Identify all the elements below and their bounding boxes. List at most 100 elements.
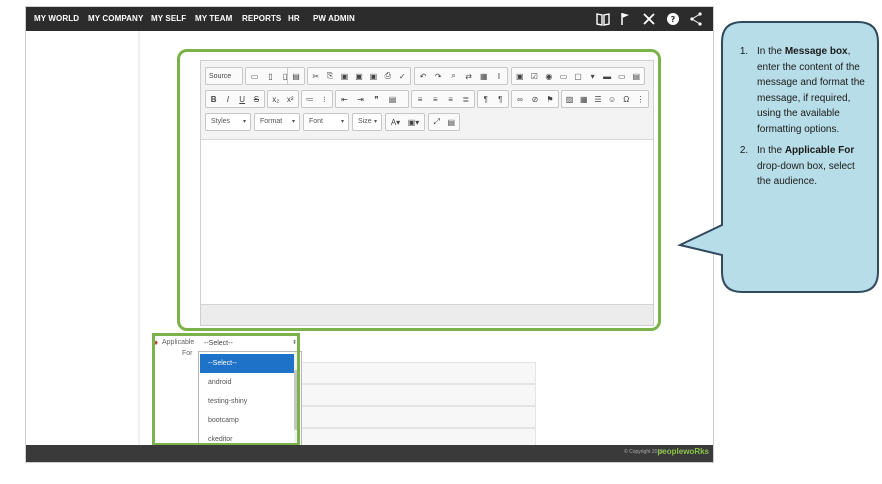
table-row <box>298 406 536 428</box>
radio-icon[interactable]: ◉ <box>542 69 556 83</box>
toolbar-group-tools: ⤢ ▤ <box>428 113 460 131</box>
align-justify-icon[interactable]: ≣ <box>459 92 473 106</box>
templates-icon[interactable]: ▤ <box>289 69 303 83</box>
form-icon[interactable]: ▣ <box>513 69 527 83</box>
anchor-icon[interactable]: ⚑ <box>543 92 557 106</box>
paste-word-icon[interactable]: ▣ <box>367 69 380 83</box>
replace-icon[interactable]: ⇄ <box>462 69 476 83</box>
bold-icon[interactable]: B <box>207 92 220 106</box>
styles-combo[interactable]: Styles ▾ <box>205 113 251 131</box>
toolbar-group-forms: ▣ ☑ ◉ ▭ ▢ ▾ ▬ ▭ ▤ <box>511 67 645 85</box>
textfield-icon[interactable]: ▭ <box>557 69 571 83</box>
select-field-icon[interactable]: ▾ <box>586 69 600 83</box>
spellcheck-icon[interactable]: ✓ <box>396 69 409 83</box>
maximize-icon[interactable]: ⤢ <box>430 115 444 129</box>
share-icon[interactable] <box>688 10 704 28</box>
nav-my-team[interactable]: MY TEAM <box>195 7 232 31</box>
instruction-list: In the Message box, enter the content of… <box>727 44 867 190</box>
background-color-icon[interactable]: ▣▾ <box>405 115 422 129</box>
chevron-down-icon: ▾ <box>373 119 377 125</box>
find-icon[interactable]: ⌕ <box>446 69 460 83</box>
textarea-icon[interactable]: ▢ <box>571 69 585 83</box>
indent-icon[interactable]: ⇥ <box>353 92 368 106</box>
toolbar-group-direction: ¶ ¶ <box>477 90 509 108</box>
nav-my-self[interactable]: MY SELF <box>151 7 186 31</box>
applicable-for-highlight <box>152 333 300 446</box>
text-color-icon[interactable]: A▾ <box>387 115 404 129</box>
print-icon[interactable]: ⎙ <box>381 69 394 83</box>
button-icon[interactable]: ▬ <box>600 69 614 83</box>
source-button[interactable]: Source <box>207 69 233 83</box>
nav-my-world[interactable]: MY WORLD <box>34 7 79 31</box>
blockquote-icon[interactable]: ❞ <box>369 92 384 106</box>
nav-hr[interactable]: HR <box>288 7 300 31</box>
table-icon[interactable]: ▦ <box>577 92 590 106</box>
flag-icon[interactable] <box>618 10 634 28</box>
rtl-icon[interactable]: ¶ <box>494 92 508 106</box>
italic-icon[interactable]: I <box>221 92 234 106</box>
instruction-step-1: In the Message box, enter the content of… <box>751 44 867 137</box>
align-left-icon[interactable]: ≡ <box>413 92 427 106</box>
size-combo[interactable]: Size ▾ <box>352 113 382 131</box>
new-page-icon[interactable]: ▯ <box>263 69 278 83</box>
table-row <box>298 384 536 406</box>
chevron-down-icon: ▾ <box>291 119 295 125</box>
save-icon[interactable]: ▭ <box>247 69 262 83</box>
strike-icon[interactable]: S <box>250 92 263 106</box>
checkbox-icon[interactable]: ☑ <box>528 69 542 83</box>
link-icon[interactable]: ∞ <box>513 92 527 106</box>
instruction-step-2: In the Applicable For drop-down box, sel… <box>751 143 867 190</box>
horizontal-rule-icon[interactable]: ☰ <box>591 92 604 106</box>
message-box-highlight: Source ▭ ▯ ◫ ▤ ✂ ⎘ ▣ ▣ ▣ ⎙ ✓ <box>177 49 661 331</box>
format-combo[interactable]: Format ▾ <box>254 113 300 131</box>
editor-status-bar <box>201 304 653 325</box>
callout-instructions: In the Message box, enter the content of… <box>727 44 867 196</box>
hidden-field-icon[interactable]: ▤ <box>630 69 644 83</box>
toolbar-group-templates: ▤ <box>287 67 305 85</box>
table-row <box>298 362 536 384</box>
paste-icon[interactable]: ▣ <box>338 69 351 83</box>
align-right-icon[interactable]: ≡ <box>444 92 458 106</box>
format-combo-label: Format <box>260 118 283 125</box>
help-icon[interactable]: ? <box>665 10 681 28</box>
outdent-icon[interactable]: ⇤ <box>337 92 352 106</box>
special-char-icon[interactable]: Ω <box>620 92 633 106</box>
font-combo[interactable]: Font ▾ <box>303 113 349 131</box>
align-center-icon[interactable]: ≡ <box>428 92 442 106</box>
copy-icon[interactable]: ⎘ <box>323 69 336 83</box>
font-combo-label: Font <box>309 118 324 125</box>
styles-combo-label: Styles <box>211 118 231 125</box>
image-button-icon[interactable]: ▭ <box>615 69 629 83</box>
underline-icon[interactable]: U <box>236 92 249 106</box>
message-text-area[interactable] <box>201 140 653 305</box>
top-navigation: MY WORLD MY COMPANY MY SELF MY TEAM REPO… <box>26 7 713 31</box>
select-all-icon[interactable]: ▦ <box>477 69 491 83</box>
redo-icon[interactable]: ↷ <box>431 69 445 83</box>
nav-my-company[interactable]: MY COMPANY <box>88 7 143 31</box>
editor-toolbar: Source ▭ ▯ ◫ ▤ ✂ ⎘ ▣ ▣ ▣ ⎙ ✓ <box>201 61 653 140</box>
book-icon[interactable] <box>595 10 611 28</box>
toolbar-group-script: x₂ x² <box>267 90 299 108</box>
page-break-icon[interactable]: ⋮ <box>634 92 647 106</box>
nav-pw-admin[interactable]: PW ADMIN <box>313 7 355 31</box>
toolbar-group-insert: ▨ ▦ ☰ ☺ Ω ⋮ <box>561 90 649 108</box>
tools-icon[interactable] <box>641 10 657 28</box>
image-icon[interactable]: ▨ <box>563 92 576 106</box>
undo-icon[interactable]: ↶ <box>416 69 430 83</box>
subscript-icon[interactable]: x₂ <box>269 92 283 106</box>
toolbar-group-edit: ↶ ↷ ⌕ ⇄ ▦ Ⅰ <box>414 67 508 85</box>
bulleted-list-icon[interactable]: ⁝ <box>318 92 332 106</box>
unlink-icon[interactable]: ⊘ <box>528 92 542 106</box>
nav-reports[interactable]: REPORTS <box>242 7 281 31</box>
ltr-icon[interactable]: ¶ <box>479 92 493 106</box>
numbered-list-icon[interactable]: ≔ <box>303 92 317 106</box>
superscript-icon[interactable]: x² <box>284 92 298 106</box>
show-blocks-icon[interactable]: ▤ <box>445 115 459 129</box>
remove-format-icon[interactable]: Ⅰ <box>492 69 506 83</box>
toolbar-group-clipboard: ✂ ⎘ ▣ ▣ ▣ ⎙ ✓ <box>307 67 411 85</box>
svg-text:?: ? <box>671 15 676 24</box>
div-container-icon[interactable]: ▤ <box>385 92 400 106</box>
smiley-icon[interactable]: ☺ <box>606 92 619 106</box>
cut-icon[interactable]: ✂ <box>309 69 322 83</box>
paste-text-icon[interactable]: ▣ <box>352 69 365 83</box>
